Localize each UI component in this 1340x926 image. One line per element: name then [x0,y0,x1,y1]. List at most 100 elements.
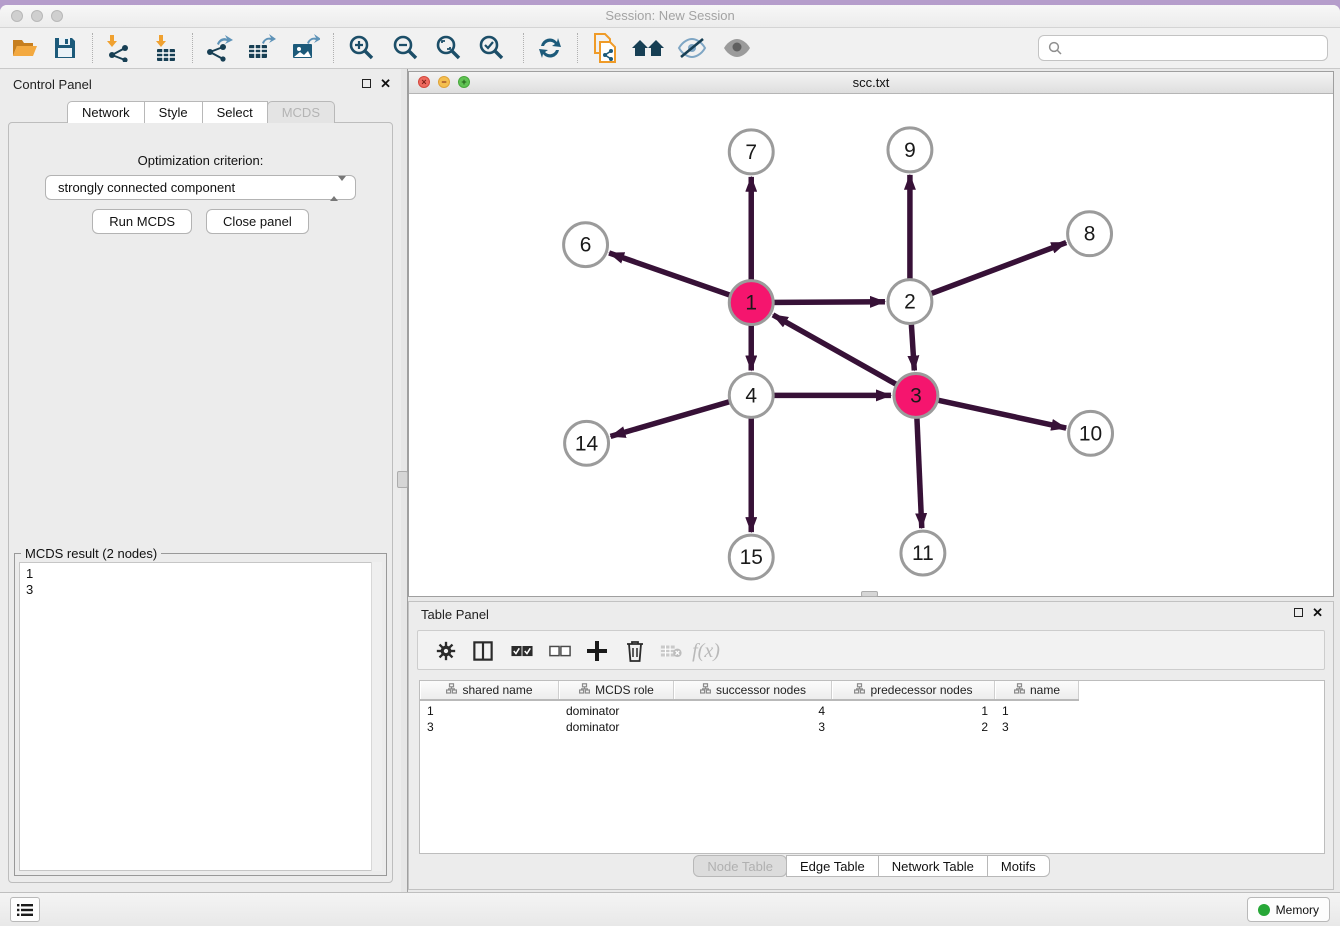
table-panel-title: Table Panel [421,607,489,622]
select-all-rows-icon[interactable] [506,635,538,667]
save-session-icon[interactable] [48,32,82,64]
result-line: 3 [26,582,375,598]
dropdown-stepper-icon [330,181,346,196]
memory-button[interactable]: Memory [1247,897,1330,922]
column-header-successor-nodes[interactable]: successor nodes [674,681,832,699]
close-panel-button[interactable]: Close panel [206,209,309,234]
hierarchy-icon [854,683,865,697]
table-settings-gear-icon[interactable] [430,635,462,667]
cell-successor-nodes[interactable]: 3 [674,719,832,735]
column-header-MCDS-role[interactable]: MCDS role [559,681,674,699]
zoom-in-icon[interactable] [345,32,379,64]
panel-divider-handle[interactable] [397,471,408,488]
close-table-panel-icon[interactable]: ✕ [1312,607,1323,618]
optimization-criterion-label: Optimization criterion: [9,153,392,168]
node-label-6: 6 [580,234,592,257]
cell-MCDS-role[interactable]: dominator [559,703,674,719]
run-mcds-button[interactable]: Run MCDS [92,209,192,234]
column-label: shared name [462,683,532,697]
cell-MCDS-role[interactable]: dominator [559,719,674,735]
node-label-1: 1 [745,292,757,315]
tab-motifs[interactable]: Motifs [987,855,1050,877]
show-details-icon[interactable] [720,32,754,64]
export-table-icon[interactable] [244,32,278,64]
export-image-icon[interactable] [288,32,322,64]
import-network-icon[interactable] [101,32,135,64]
toolbar-separator [192,33,193,63]
tab-mcds[interactable]: MCDS [267,101,335,123]
column-label: name [1030,683,1060,697]
table-row[interactable]: 3dominator323 [420,719,1079,735]
node-label-3: 3 [910,384,922,407]
close-panel-icon[interactable]: ✕ [380,78,391,89]
edge-layer [609,175,1066,532]
search-input[interactable] [1038,35,1328,61]
float-panel-icon[interactable] [362,79,371,88]
result-scrollbar[interactable] [371,562,382,871]
mcds-result-list: 13 [19,562,382,871]
show-columns-icon[interactable] [467,635,499,667]
node-label-15: 15 [740,546,763,569]
cell-successor-nodes[interactable]: 4 [674,703,832,719]
create-column-icon[interactable] [581,635,613,667]
zoom-selected-icon[interactable] [475,32,509,64]
window-resize-handle[interactable] [861,591,878,597]
cell-name[interactable]: 3 [995,719,1079,735]
memory-label: Memory [1276,903,1319,917]
hide-details-icon[interactable] [675,32,709,64]
task-history-button[interactable] [10,897,40,922]
node-table[interactable]: shared name MCDS role successor nodes prede… [419,680,1325,854]
tab-select[interactable]: Select [202,101,268,123]
zoom-out-icon[interactable] [389,32,423,64]
status-bar: Memory [0,892,1340,926]
column-header-name[interactable]: name [995,681,1079,699]
application-window: Session: New Session [0,0,1340,926]
tab-network-table[interactable]: Network Table [878,855,988,877]
zoom-fit-icon[interactable] [432,32,466,64]
cell-shared-name[interactable]: 3 [420,719,559,735]
session-title: Session: New Session [0,8,1340,23]
clone-network-icon[interactable] [588,32,622,64]
result-line: 1 [26,566,375,582]
tab-node-table[interactable]: Node Table [693,855,787,877]
optimization-criterion-dropdown[interactable]: strongly connected component [45,175,356,200]
export-network-icon[interactable] [201,32,235,64]
fx-label: f(x) [692,640,720,663]
column-label: MCDS role [595,683,654,697]
float-table-panel-icon[interactable] [1294,608,1303,617]
delete-column-icon[interactable] [619,635,651,667]
tab-network[interactable]: Network [67,101,145,123]
tab-style[interactable]: Style [144,101,203,123]
toolbar-separator [92,33,93,63]
control-panel-header: Control Panel ✕ [0,73,401,97]
table-panel: Table Panel ✕ [408,601,1334,890]
node-label-4: 4 [745,384,757,407]
function-builder-icon: f(x) [690,635,722,667]
deselect-all-rows-icon[interactable] [544,635,576,667]
main-titlebar: Session: New Session [0,5,1340,28]
network-canvas[interactable]: 7968124314101511 [409,94,1333,596]
home-icon[interactable] [631,32,665,64]
cell-predecessor-nodes[interactable]: 1 [832,703,995,719]
edge-2-8[interactable] [910,243,1066,302]
column-label: successor nodes [716,683,806,697]
column-header-shared-name[interactable]: shared name [420,681,559,699]
cell-shared-name[interactable]: 1 [420,703,559,719]
apply-layout-icon[interactable] [533,32,567,64]
tab-edge-table[interactable]: Edge Table [786,855,879,877]
edge-3-1[interactable] [773,315,916,396]
delete-table-icon [655,635,687,667]
workspace-region: × − + scc.txt 7968124314101511 [408,69,1340,892]
node-label-7: 7 [745,141,757,164]
import-table-icon[interactable] [148,32,182,64]
network-view-window: × − + scc.txt 7968124314101511 [408,71,1334,597]
column-header-predecessor-nodes[interactable]: predecessor nodes [832,681,995,699]
hierarchy-icon [700,683,711,697]
mcds-result-title: MCDS result (2 nodes) [21,546,161,561]
table-row[interactable]: 1dominator411 [420,703,1079,719]
cell-predecessor-nodes[interactable]: 2 [832,719,995,735]
node-label-14: 14 [575,432,599,455]
mcds-tab-content: Optimization criterion: strongly connect… [8,122,393,883]
cell-name[interactable]: 1 [995,703,1079,719]
open-session-icon[interactable] [8,32,42,64]
